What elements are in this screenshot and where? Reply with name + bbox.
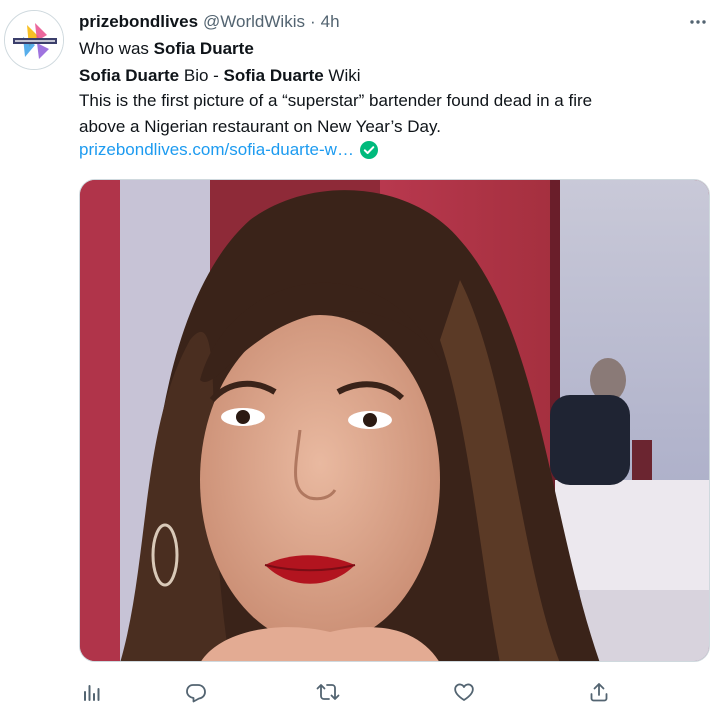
tweet-header: prizebondlives @WorldWikis · 4h: [79, 11, 340, 33]
tweet-actions: [79, 679, 610, 705]
views-button[interactable]: [79, 679, 105, 705]
separator-dot: ·: [309, 12, 316, 31]
share-button[interactable]: [586, 679, 612, 705]
tweet-text-line-1: Who was Sofia Duarte: [79, 37, 254, 61]
article-link[interactable]: prizebondlives.com/sofia-duarte-w…: [79, 138, 354, 162]
bold-name: Sofia Duarte: [79, 66, 180, 85]
photo-portrait: [80, 180, 709, 661]
more-horizontal-icon: [690, 20, 706, 24]
share-icon: [590, 683, 608, 702]
reply-icon: [186, 684, 206, 703]
display-name[interactable]: prizebondlives: [79, 11, 198, 33]
verified-check-icon: [359, 141, 378, 159]
tweet-text-line-3: This is the first picture of a “supersta…: [79, 91, 593, 110]
more-options-button[interactable]: [686, 10, 710, 34]
avatar[interactable]: [4, 10, 64, 70]
tweet-text-line-2: Sofia Duarte Bio - Sofia Duarte Wiki: [79, 64, 361, 88]
text-prefix: Who was: [79, 39, 154, 58]
bold-name: Sofia Duarte: [223, 66, 324, 85]
user-handle[interactable]: @WorldWikis: [203, 11, 305, 33]
reply-button[interactable]: [183, 679, 209, 705]
retweet-button[interactable]: [315, 679, 341, 705]
like-button[interactable]: [451, 679, 477, 705]
retweet-icon: [316, 684, 340, 700]
link-row: prizebondlives.com/sofia-duarte-w…: [79, 138, 379, 162]
bold-name: Sofia Duarte: [153, 39, 254, 58]
tweet-text-line-4: above a Nigerian restaurant on New Year’…: [79, 117, 441, 136]
tweet-timestamp[interactable]: 4h: [321, 11, 340, 33]
text-mid: Bio -: [179, 66, 224, 85]
like-icon: [454, 683, 474, 701]
tweet-card[interactable]: prizebondlives @WorldWikis · 4h Who was …: [0, 0, 727, 712]
tweet-photo[interactable]: [79, 179, 710, 662]
text-suffix: Wiki: [323, 66, 361, 85]
analytics-icon: [84, 685, 100, 701]
